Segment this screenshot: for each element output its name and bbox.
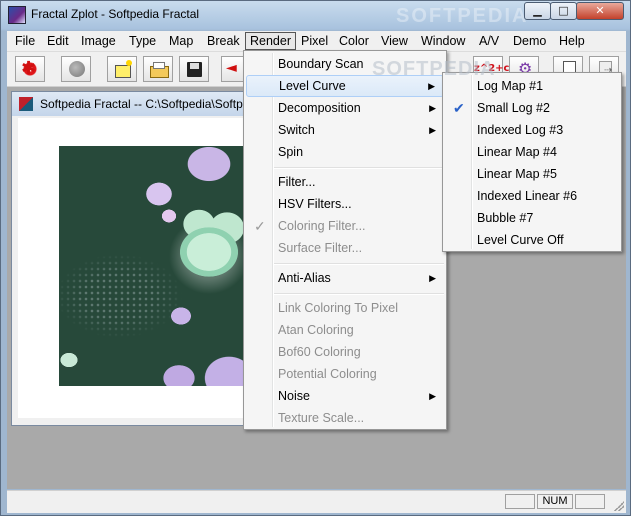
menu-item-potential-coloring[interactable]: Potential Coloring <box>246 363 444 385</box>
num-lock-indicator: NUM <box>537 494 573 509</box>
menu-item-spin[interactable]: Spin <box>246 141 444 163</box>
open-folder-icon[interactable] <box>143 56 173 82</box>
menu-separator <box>274 263 444 265</box>
menu-item-label: Anti-Alias <box>278 271 331 285</box>
menu-item-texture-scale[interactable]: Texture Scale... <box>246 407 444 429</box>
close-button[interactable]: ✕ <box>576 2 624 20</box>
menu-item-label: Bof60 Coloring <box>278 345 361 359</box>
menu-edit[interactable]: Edit <box>43 32 73 50</box>
render-menu: Boundary Scan Level Curve ▶ Decomposition… <box>243 50 447 430</box>
level-curve-submenu: Log Map #1 ✔ Small Log #2 Indexed Log #3 … <box>442 72 622 252</box>
menu-bar: File Edit Image Type Map Break Render Pi… <box>7 31 626 52</box>
watermark-logo: SOFTPEDIA <box>396 5 529 27</box>
app-icon[interactable] <box>8 6 26 24</box>
checkmark-icon: ✓ <box>254 218 266 234</box>
menu-item-bubble-7[interactable]: Bubble #7 <box>445 207 619 229</box>
menu-av[interactable]: A/V <box>475 32 503 50</box>
menu-item-label: Level Curve <box>279 79 346 93</box>
menu-file[interactable]: File <box>11 32 39 50</box>
menu-item-label: Potential Coloring <box>278 367 377 381</box>
menu-item-indexed-log-3[interactable]: Indexed Log #3 <box>445 119 619 141</box>
menu-item-label: Switch <box>278 123 315 137</box>
menu-item-label: Spin <box>278 145 304 159</box>
maximize-button[interactable]: □ <box>550 2 577 20</box>
child-title-bar[interactable]: Softpedia Fractal -- C:\Softpedia\Softpe… <box>12 92 258 116</box>
new-image-icon[interactable] <box>107 56 137 82</box>
menu-item-label: Link Coloring To Pixel <box>278 301 398 315</box>
menu-item-label: Decomposition <box>278 101 361 115</box>
window-title: Fractal Zplot - Softpedia Fractal <box>31 7 200 21</box>
menu-item-linear-map-4[interactable]: Linear Map #4 <box>445 141 619 163</box>
menu-item-link-coloring[interactable]: Link Coloring To Pixel <box>246 297 444 319</box>
title-bar[interactable]: Fractal Zplot - Softpedia Fractal SOFTPE… <box>1 1 631 29</box>
menu-demo[interactable]: Demo <box>509 32 550 50</box>
menu-item-label: Bubble #7 <box>477 211 534 225</box>
menu-item-small-log-2[interactable]: ✔ Small Log #2 <box>445 97 619 119</box>
status-bar: NUM <box>7 490 626 513</box>
menu-item-label: Coloring Filter... <box>278 219 366 233</box>
menu-type[interactable]: Type <box>125 32 160 50</box>
status-cell-empty <box>505 494 535 509</box>
menu-item-label: Indexed Linear #6 <box>477 189 578 203</box>
status-cell-empty-2 <box>575 494 605 509</box>
save-disk-icon[interactable] <box>179 56 209 82</box>
menu-image[interactable]: Image <box>77 32 120 50</box>
menu-item-label: Boundary Scan <box>278 57 364 71</box>
menu-help[interactable]: Help <box>555 32 589 50</box>
menu-item-surface-filter[interactable]: Surface Filter... <box>246 237 444 259</box>
menu-item-label: Level Curve Off <box>477 233 564 247</box>
menu-item-label: Noise <box>278 389 310 403</box>
menu-separator <box>274 293 444 295</box>
menu-item-linear-map-5[interactable]: Linear Map #5 <box>445 163 619 185</box>
menu-item-label: Filter... <box>278 175 316 189</box>
menu-color[interactable]: Color <box>335 32 373 50</box>
menu-item-label: Atan Coloring <box>278 323 354 337</box>
menu-pixel[interactable]: Pixel <box>297 32 332 50</box>
menu-item-label: Texture Scale... <box>278 411 365 425</box>
menu-item-label: Surface Filter... <box>278 241 363 255</box>
menu-map[interactable]: Map <box>165 32 197 50</box>
watermark-overlay: SOFTPEDIA <box>372 58 496 80</box>
menu-item-label: Linear Map #4 <box>477 145 557 159</box>
menu-item-atan-coloring[interactable]: Atan Coloring <box>246 319 444 341</box>
fractal-icon[interactable] <box>15 56 45 82</box>
menu-item-label: Small Log #2 <box>477 101 550 115</box>
menu-item-switch[interactable]: Switch ▶ <box>246 119 444 141</box>
fractal-dots <box>59 146 245 386</box>
menu-item-coloring-filter[interactable]: ✓ Coloring Filter... <box>246 215 444 237</box>
fractal-doc-icon[interactable] <box>19 97 33 111</box>
menu-break[interactable]: Break <box>203 32 244 50</box>
menu-item-level-curve-off[interactable]: Level Curve Off <box>445 229 619 251</box>
submenu-arrow-icon: ▶ <box>429 391 436 401</box>
menu-item-label: Log Map #1 <box>477 79 544 93</box>
minimize-button[interactable]: ▁ <box>524 2 551 20</box>
submenu-arrow-icon: ▶ <box>429 125 436 135</box>
fractal-image[interactable] <box>59 146 245 386</box>
menu-item-anti-alias[interactable]: Anti-Alias ▶ <box>246 267 444 289</box>
menu-item-bof60-coloring[interactable]: Bof60 Coloring <box>246 341 444 363</box>
menu-render[interactable]: Render <box>245 32 296 50</box>
menu-item-decomposition[interactable]: Decomposition ▶ <box>246 97 444 119</box>
submenu-arrow-icon: ▶ <box>429 273 436 283</box>
checkmark-icon: ✔ <box>453 100 465 116</box>
menu-item-label: Indexed Log #3 <box>477 123 564 137</box>
submenu-arrow-icon: ▶ <box>429 103 436 113</box>
child-window-title: Softpedia Fractal -- C:\Softpedia\Softpe… <box>40 97 255 111</box>
gray-ball-icon[interactable] <box>61 56 91 82</box>
menu-item-indexed-linear-6[interactable]: Indexed Linear #6 <box>445 185 619 207</box>
menu-view[interactable]: View <box>377 32 412 50</box>
resize-grip[interactable] <box>614 501 624 511</box>
menu-item-filter[interactable]: Filter... <box>246 171 444 193</box>
menu-item-label: Linear Map #5 <box>477 167 557 181</box>
menu-item-hsv-filters[interactable]: HSV Filters... <box>246 193 444 215</box>
menu-window[interactable]: Window <box>417 32 469 50</box>
menu-item-noise[interactable]: Noise ▶ <box>246 385 444 407</box>
menu-separator <box>274 167 444 169</box>
menu-item-label: HSV Filters... <box>278 197 352 211</box>
